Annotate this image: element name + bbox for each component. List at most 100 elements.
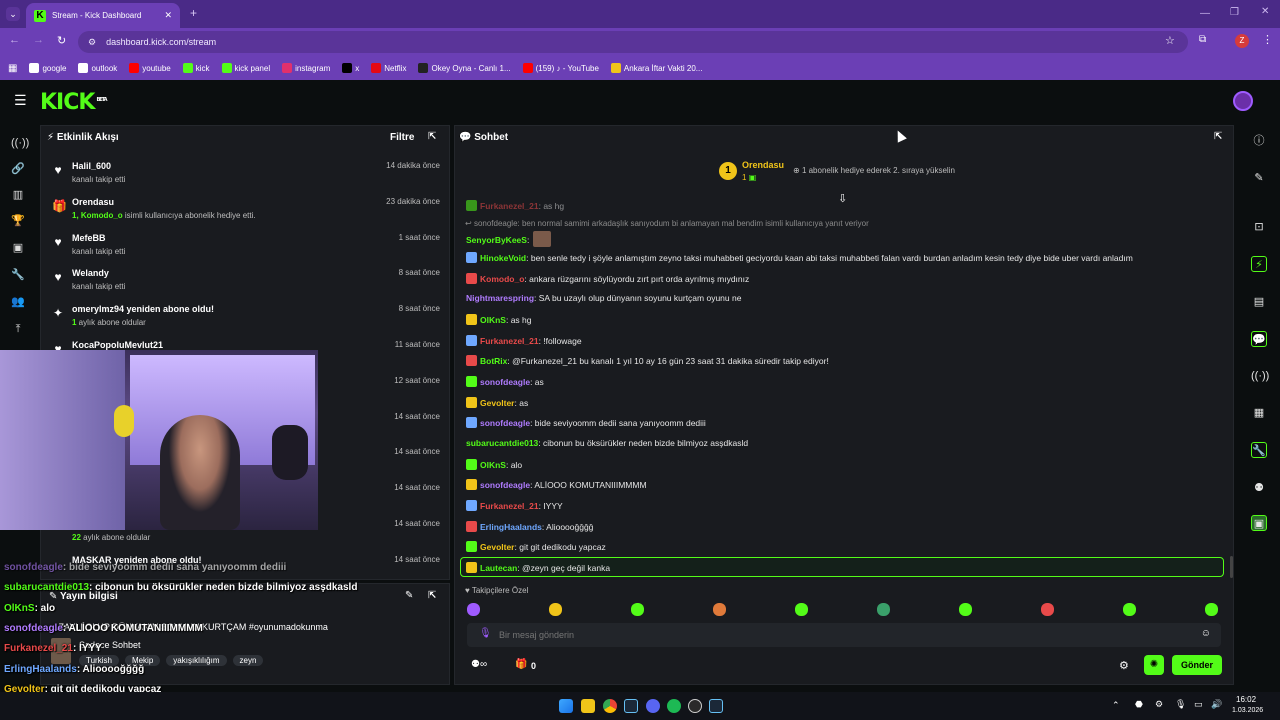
- forward-icon[interactable]: →: [33, 34, 44, 46]
- site-info-icon[interactable]: ⚙: [88, 37, 96, 48]
- chat-message[interactable]: OlKnS: alo: [466, 459, 522, 470]
- emote-icon[interactable]: [1205, 603, 1218, 616]
- bookmark-item[interactable]: youtube: [129, 63, 171, 73]
- stream-tag[interactable]: yakışıklılığım: [166, 655, 227, 666]
- chat-username[interactable]: Nightmarespring: [466, 293, 534, 303]
- emote-icon[interactable]: [1041, 603, 1054, 616]
- emote-icon[interactable]: [795, 603, 808, 616]
- back-icon[interactable]: ←: [9, 34, 20, 46]
- chat-username[interactable]: ErlingHaalands: [480, 522, 542, 532]
- network-icon[interactable]: ▭: [1194, 699, 1203, 710]
- chat-username[interactable]: sonofdeagle: [480, 480, 530, 490]
- chat-message[interactable]: Nightmarespring: SA bu uzaylı olup dünya…: [466, 293, 741, 303]
- maximize-button[interactable]: ❐: [1230, 7, 1239, 18]
- chat-message[interactable]: Furkanezel_21: IYYY: [466, 500, 563, 511]
- discord-icon[interactable]: [646, 699, 660, 713]
- edit-pencil-icon[interactable]: ✎: [1251, 170, 1267, 186]
- chat-popout-icon[interactable]: ⇱: [1214, 131, 1222, 142]
- popout-icon[interactable]: ⇱: [428, 131, 436, 142]
- chat-message[interactable]: OlKnS: as hg: [466, 314, 532, 325]
- chat-message[interactable]: Furkanezel_21: as hg: [466, 200, 564, 211]
- emote-icon[interactable]: [877, 603, 890, 616]
- emote-icon[interactable]: [1123, 603, 1136, 616]
- browser-menu-icon[interactable]: ⋮: [1262, 33, 1273, 46]
- chat-username[interactable]: SenyorByKeeS: [466, 235, 527, 245]
- clock-date[interactable]: 1.03.2026: [1232, 707, 1263, 714]
- chat-username[interactable]: OlKnS: [480, 315, 506, 325]
- bookmark-item[interactable]: x: [342, 63, 359, 73]
- tray-chevron-icon[interactable]: ⌃: [1112, 700, 1120, 711]
- info-icon[interactable]: ⓘ: [1251, 133, 1267, 149]
- chat-username[interactable]: Gevolter: [480, 398, 515, 408]
- trophy-icon[interactable]: 🏆: [11, 214, 25, 228]
- url-field[interactable]: ⚙ dashboard.kick.com/stream: [78, 31, 1188, 53]
- minimize-button[interactable]: —: [1200, 8, 1210, 19]
- activity-event[interactable]: ♥ Halil_600 kanalı takip etti 14 dakika önc…: [50, 159, 440, 193]
- chat-message[interactable]: Gevolter: as: [466, 397, 528, 408]
- analytics-icon[interactable]: ▥: [11, 188, 25, 202]
- chat-message[interactable]: sonofdeagle: bide seviyoomm dedii sana y…: [466, 417, 706, 428]
- chat-username[interactable]: subarucantdie013: [466, 438, 538, 448]
- gift-box-icon[interactable]: 🎁: [515, 659, 527, 670]
- gift-promo[interactable]: ⊕ 1 abonelik hediye ederek 2. sıraya yük…: [793, 166, 955, 175]
- emote-icon[interactable]: [713, 603, 726, 616]
- obs-icon[interactable]: [688, 699, 702, 713]
- chat-message[interactable]: Lautecan: @zeyn geç değil kanka: [466, 562, 610, 573]
- lightning-tool-icon[interactable]: ⚡: [1251, 256, 1267, 272]
- chat-message[interactable]: sonofdeagle: ALİOOO KOMUTANIIIMMMM: [466, 479, 647, 490]
- scroll-down-icon[interactable]: ⇩: [838, 192, 847, 205]
- chat-scrollbar[interactable]: [1230, 556, 1233, 578]
- file-explorer-icon[interactable]: [581, 699, 595, 713]
- chrome-icon[interactable]: [603, 699, 617, 713]
- chat-message[interactable]: BotRix: @Furkanezel_21 bu kanalı 1 yıl 1…: [466, 355, 829, 366]
- chat-input[interactable]: [499, 627, 1179, 643]
- activity-event[interactable]: 🎁 Orendasu 1, Komodo_o isimli kullanıcıya …: [50, 195, 440, 229]
- bookmark-item[interactable]: outlook: [78, 63, 117, 73]
- broadcast-icon[interactable]: ((·)): [1251, 368, 1269, 384]
- stream-tag[interactable]: zeyn: [232, 655, 264, 666]
- notes-icon[interactable]: ▤: [1251, 294, 1267, 310]
- reload-icon[interactable]: ↻: [57, 34, 66, 47]
- chat-message[interactable]: subarucantdie013: cibonun bu öksürükler …: [466, 438, 748, 448]
- hamburger-menu-icon[interactable]: ☰: [14, 93, 27, 107]
- tab-stream[interactable]: K Stream - Kick Dashboard ✕: [26, 3, 180, 28]
- chat-message[interactable]: Gevolter: git git dedikodu yapcaz: [466, 541, 606, 552]
- bookmark-item[interactable]: Ankara İftar Vakti 20...: [610, 63, 702, 73]
- upload-icon[interactable]: ⤒: [11, 322, 25, 336]
- chat-username[interactable]: sonofdeagle: [480, 377, 530, 387]
- stream-live-icon[interactable]: ((·)): [11, 136, 29, 150]
- emote-icon[interactable]: [467, 603, 480, 616]
- bookmark-item[interactable]: kick: [182, 63, 210, 73]
- chat-username[interactable]: HinokeVoid: [480, 253, 526, 263]
- link-icon[interactable]: 🔗: [11, 162, 25, 176]
- top-gifter-name[interactable]: Orendasu: [742, 160, 784, 170]
- capture-icon[interactable]: ⊡: [1251, 219, 1267, 235]
- bookmark-item[interactable]: kick panel: [221, 63, 270, 73]
- bookmark-item[interactable]: Okey Oyna - Canlı 1...: [418, 63, 511, 73]
- emote-icon[interactable]: [959, 603, 972, 616]
- tray-steam-icon[interactable]: ⚙: [1155, 699, 1163, 710]
- bookmark-item[interactable]: (159) ♪ - YouTube: [522, 63, 599, 73]
- users-icon[interactable]: 👥: [11, 295, 25, 309]
- activity-event[interactable]: ♥ MefeBB kanalı takip etti 1 saat önce: [50, 231, 440, 265]
- chat-settings-icon[interactable]: ⚙: [1119, 659, 1129, 672]
- bookmark-item[interactable]: Netflix: [371, 63, 406, 73]
- emote-picker-button[interactable]: ✺: [1144, 655, 1164, 675]
- chat-message[interactable]: Komodo_o: ankara rüzgarını söylüyordu zı…: [466, 273, 749, 284]
- emote-icon[interactable]: [631, 603, 644, 616]
- bookmark-item[interactable]: google: [29, 63, 66, 73]
- chat-username[interactable]: OlKnS: [480, 460, 506, 470]
- spotify-icon[interactable]: [667, 699, 681, 713]
- send-button[interactable]: Gönder: [1172, 655, 1222, 675]
- chat-message[interactable]: SenyorByKeeS:: [466, 231, 552, 247]
- emoji-icon[interactable]: ☺: [1201, 628, 1211, 639]
- activity-event[interactable]: ♥ Welandy kanalı takip etti 8 saat önce: [50, 266, 440, 300]
- close-window-button[interactable]: ✕: [1261, 6, 1269, 17]
- wrench-tool-icon[interactable]: 🔧: [1251, 442, 1267, 458]
- steam-2-icon[interactable]: [709, 699, 723, 713]
- game-icon[interactable]: ▣: [1251, 515, 1267, 531]
- windows-start-icon[interactable]: [559, 699, 573, 713]
- tab-search-button[interactable]: ⌄: [6, 7, 20, 21]
- activity-event[interactable]: ✦ omerylmz94 yeniden abone oldu! 1 aylık a…: [50, 302, 440, 336]
- tray-apps-icon[interactable]: ⬣: [1135, 699, 1143, 710]
